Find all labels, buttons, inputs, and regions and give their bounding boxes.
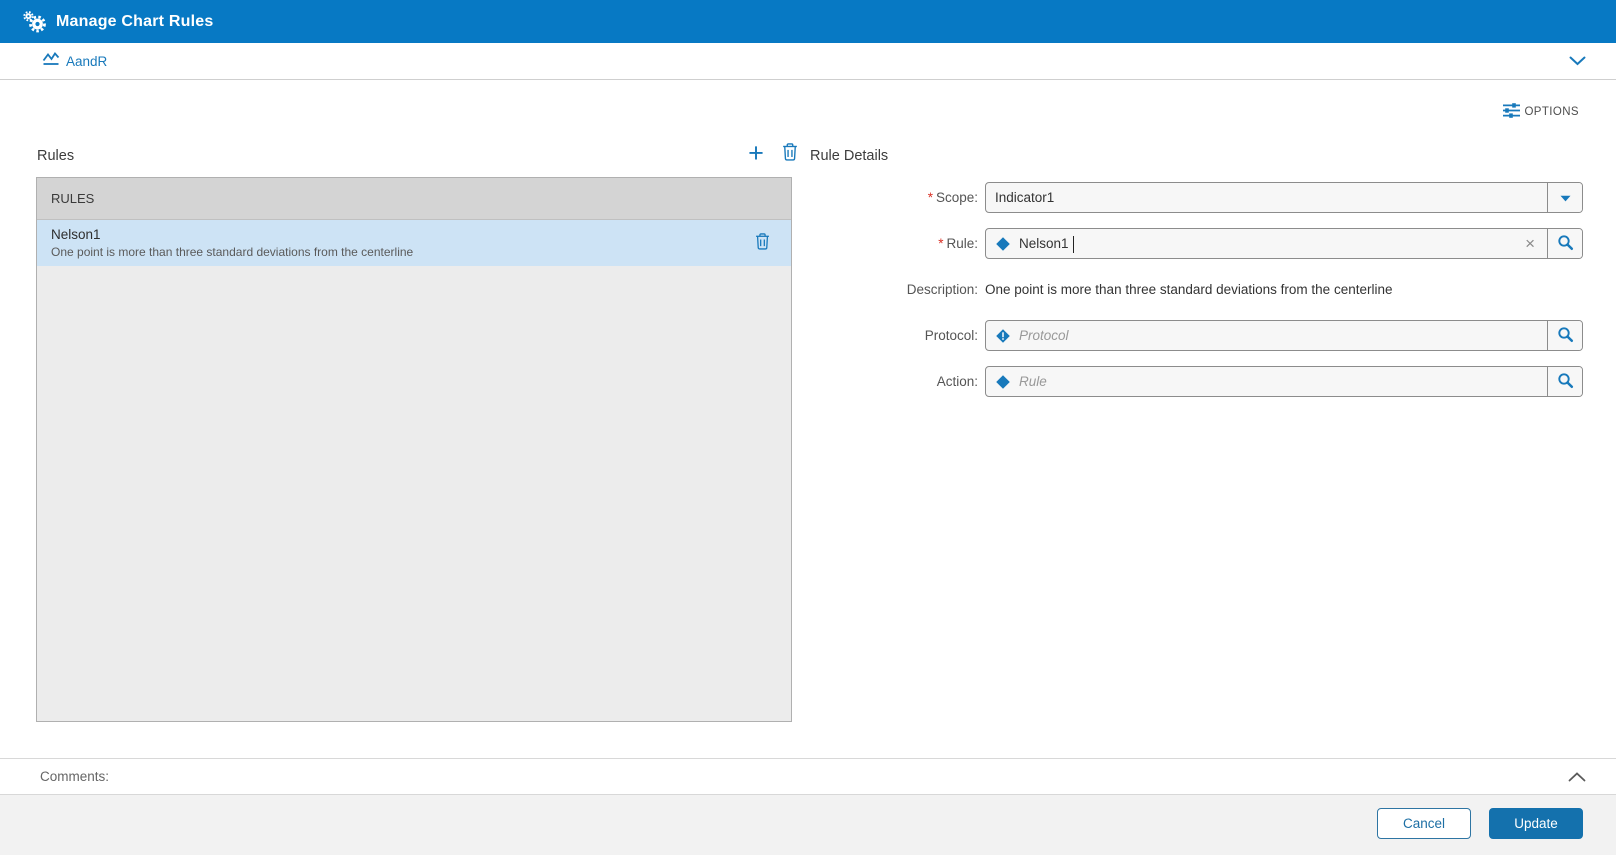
rule-input[interactable]	[1019, 236, 1521, 251]
comments-label: Comments:	[40, 769, 109, 784]
scope-value-area: Indicator1	[986, 183, 1547, 212]
title-bar: Manage Chart Rules	[0, 0, 1616, 43]
context-bar: AandR	[0, 43, 1616, 80]
options-label: OPTIONS	[1524, 106, 1579, 118]
cancel-button[interactable]: Cancel	[1377, 808, 1471, 839]
action-search-button[interactable]	[1547, 367, 1582, 396]
protocol-input[interactable]	[1019, 328, 1539, 343]
scope-select[interactable]: Indicator1	[985, 182, 1583, 213]
rule-label: Rule:	[0, 236, 978, 251]
trash-icon	[782, 142, 798, 164]
chevron-up-icon[interactable]	[1566, 769, 1588, 785]
rules-panel-heading: Rules	[37, 148, 74, 164]
page-title: Manage Chart Rules	[56, 13, 213, 31]
manage-chart-rules-dialog: Manage Chart Rules AandR	[0, 0, 1616, 855]
text-cursor	[1073, 236, 1074, 253]
action-input[interactable]	[1019, 374, 1539, 389]
scope-dropdown-button[interactable]	[1547, 183, 1582, 212]
rule-field: ×	[985, 228, 1583, 259]
action-diamond-icon	[995, 374, 1011, 390]
action-row: Action:	[0, 366, 1583, 397]
magnifier-icon	[1557, 372, 1574, 392]
chevron-down-icon[interactable]	[1566, 52, 1588, 70]
update-button[interactable]: Update	[1489, 808, 1583, 839]
protocol-input-area	[986, 321, 1547, 350]
rules-list-actions: +	[744, 140, 802, 166]
protocol-row: Protocol:	[0, 320, 1583, 351]
plus-icon: +	[748, 142, 764, 164]
dialog-footer: Cancel Update	[0, 795, 1616, 855]
action-input-area	[986, 367, 1547, 396]
rule-diamond-icon	[995, 236, 1011, 252]
action-label: Action:	[0, 374, 978, 389]
description-label: Description:	[0, 282, 978, 297]
rule-search-button[interactable]	[1547, 229, 1582, 258]
clear-rule-icon[interactable]: ×	[1521, 235, 1539, 252]
details-panel-heading: Rule Details	[810, 148, 888, 164]
rule-details-form: Scope: Indicator1 Rule:	[0, 182, 1583, 412]
breadcrumb-label: AandR	[66, 54, 107, 69]
magnifier-icon	[1557, 326, 1574, 346]
description-row: Description: One point is more than thre…	[0, 274, 1583, 305]
magnifier-icon	[1557, 234, 1574, 254]
gears-icon	[23, 10, 47, 34]
scope-value: Indicator1	[995, 190, 1054, 205]
protocol-field	[985, 320, 1583, 351]
breadcrumb-item-aandr[interactable]: AandR	[42, 51, 107, 72]
scope-row: Scope: Indicator1	[0, 182, 1583, 213]
action-field	[985, 366, 1583, 397]
protocol-search-button[interactable]	[1547, 321, 1582, 350]
caret-down-icon	[1560, 190, 1571, 205]
comments-expander[interactable]: Comments:	[0, 758, 1616, 795]
delete-rule-button[interactable]	[778, 140, 802, 166]
add-rule-button[interactable]: +	[744, 140, 768, 166]
protocol-label: Protocol:	[0, 328, 978, 343]
options-button[interactable]: OPTIONS	[1502, 100, 1579, 124]
control-chart-icon	[42, 51, 60, 72]
rule-input-area: ×	[986, 229, 1547, 258]
description-value: One point is more than three standard de…	[985, 282, 1392, 297]
protocol-diamond-alert-icon	[995, 328, 1011, 344]
sliders-icon	[1502, 102, 1521, 122]
rule-row: Rule: ×	[0, 228, 1583, 259]
scope-label: Scope:	[0, 190, 978, 205]
